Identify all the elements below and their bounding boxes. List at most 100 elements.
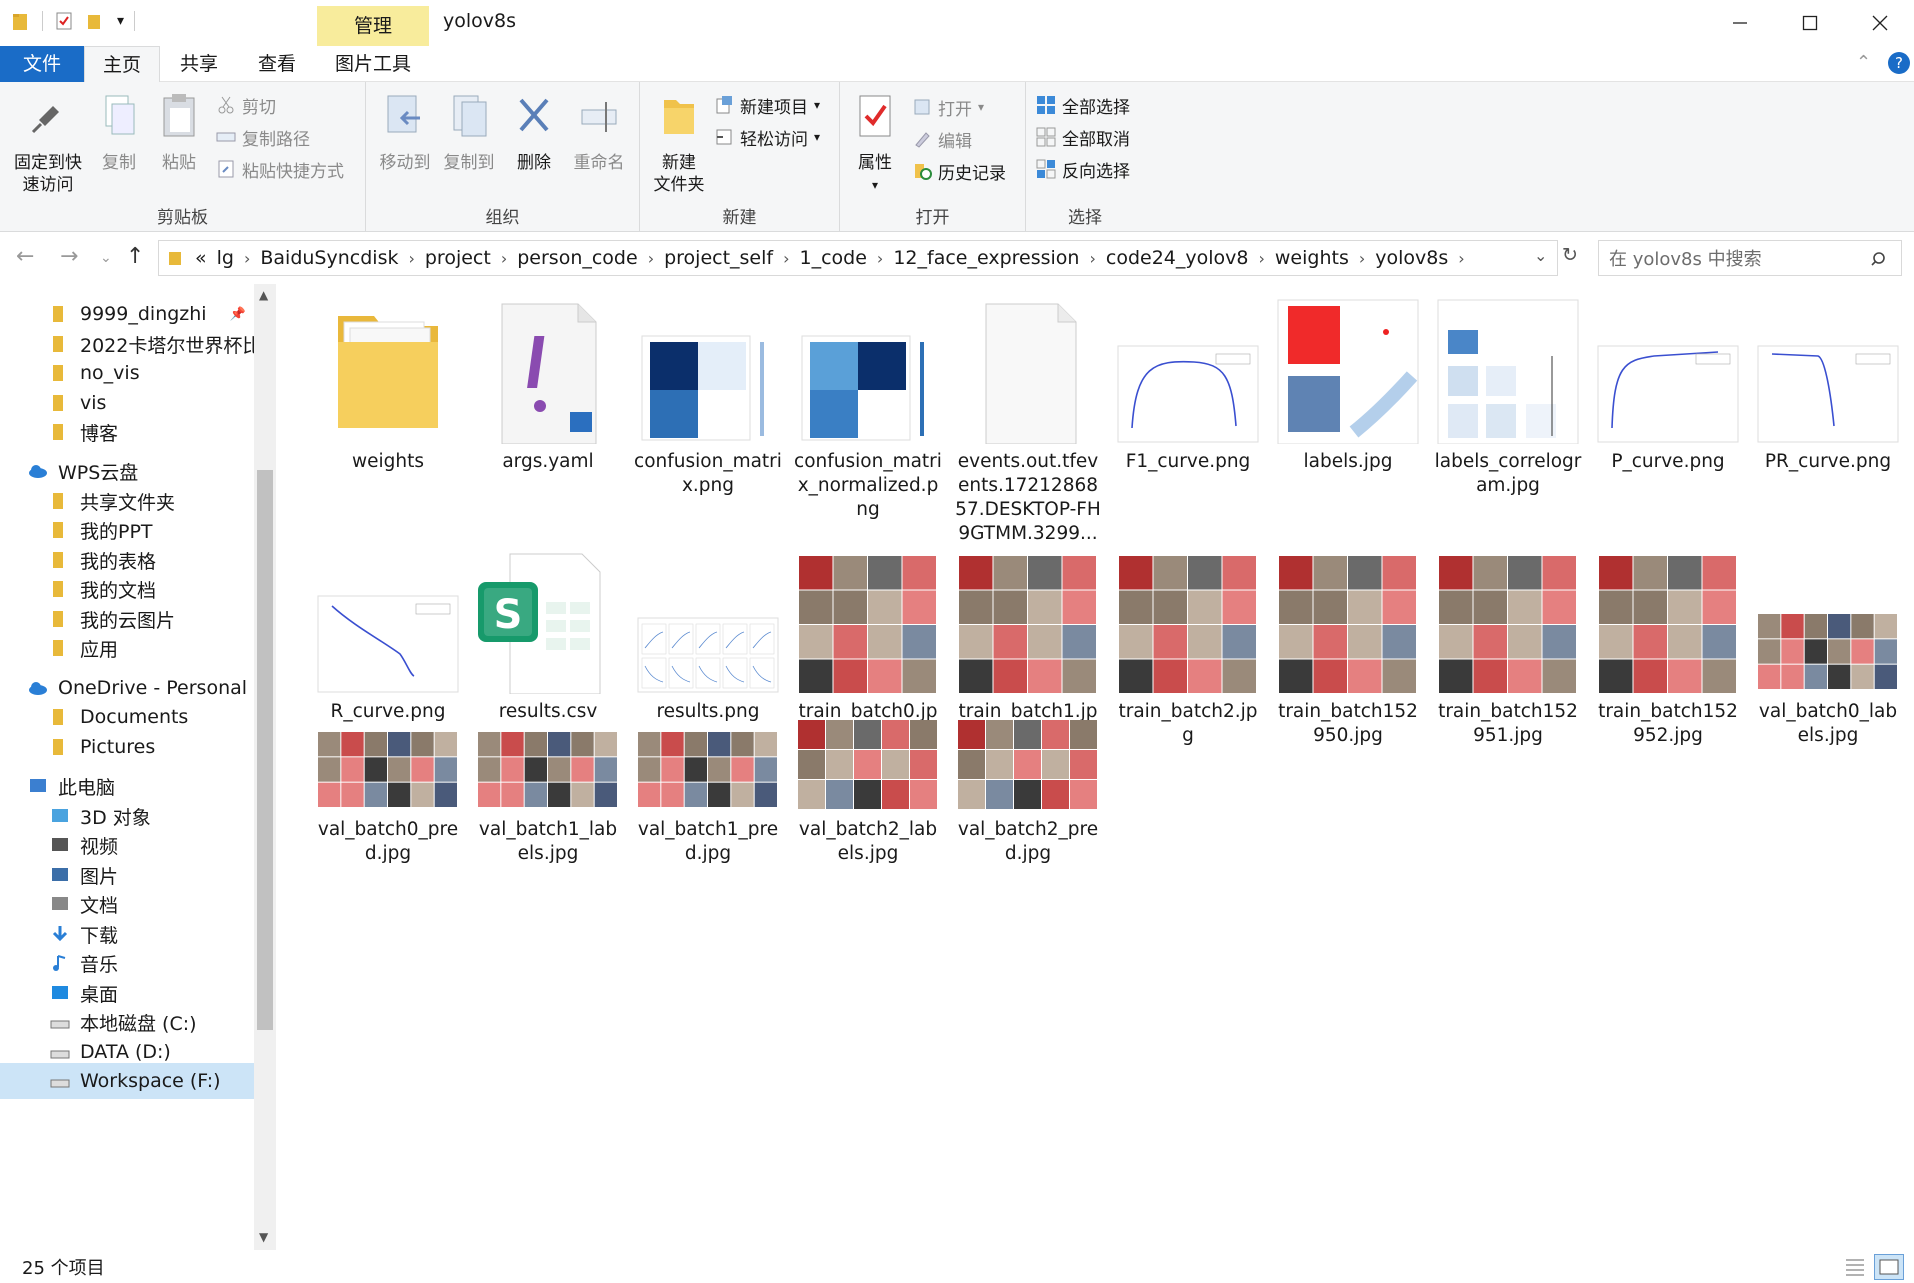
file-item[interactable]: PR_curve.png (1754, 296, 1902, 474)
file-item[interactable]: train_batch152950.jpg (1274, 546, 1422, 748)
minimize-button[interactable] (1725, 8, 1755, 38)
shared-folder-icon (53, 493, 63, 509)
open-button[interactable]: 打开 ▾ (912, 94, 984, 120)
file-item[interactable]: labels.jpg (1274, 296, 1422, 474)
large-icons-view-icon[interactable] (1874, 1254, 1904, 1280)
edit-button[interactable]: 编辑 (912, 126, 972, 152)
breadcrumb-item[interactable]: 12_face_expression (893, 247, 1079, 269)
sidebar-item[interactable]: 博客 (0, 414, 254, 450)
copy-button[interactable]: 复制 (92, 92, 146, 174)
breadcrumb-chevron-icon[interactable]: › (877, 249, 883, 268)
file-item[interactable]: val_batch0_labels.jpg (1754, 546, 1902, 748)
breadcrumb-item[interactable]: project (425, 247, 491, 269)
breadcrumb-item[interactable]: project_self (664, 247, 773, 269)
properties-button[interactable]: 属性 ▾ (848, 92, 902, 196)
file-item[interactable]: events.out.tfevents.1721286857.DESKTOP-F… (954, 296, 1102, 546)
breadcrumb-chevron-icon[interactable]: › (1359, 249, 1365, 268)
properties-icon[interactable] (53, 10, 75, 32)
up-arrow-icon[interactable]: ↑ (126, 244, 144, 269)
file-item[interactable]: labels_correlogram.jpg (1434, 296, 1582, 498)
sidebar-item[interactable]: Pictures (0, 729, 254, 765)
delete-button[interactable]: 删除 (506, 92, 562, 174)
ribbon-tabs: 文件 主页 共享 查看 图片工具 ⌃ ? (0, 46, 1914, 82)
select-all-button[interactable]: 全部选择 (1036, 92, 1130, 118)
new-item-button[interactable]: 新建项目 ▾ (714, 92, 820, 118)
pin-icon[interactable]: 📌 (230, 307, 246, 322)
move-to-button[interactable]: 移动到 (374, 92, 436, 174)
file-item[interactable]: F1_curve.png (1114, 296, 1262, 474)
refresh-icon[interactable]: ↻ (1562, 244, 1578, 266)
breadcrumb-chevron-icon[interactable]: › (244, 249, 250, 268)
details-view-icon[interactable] (1844, 1256, 1866, 1278)
scroll-down-icon[interactable]: ▼ (259, 1230, 268, 1244)
copy-to-button[interactable]: 复制到 (438, 92, 500, 174)
breadcrumb-overflow[interactable]: « (195, 247, 207, 269)
new-folder-button[interactable]: 新建 文件夹 (648, 92, 710, 196)
maximize-button[interactable] (1795, 8, 1825, 38)
collapse-ribbon-icon[interactable]: ⌃ (1856, 52, 1871, 73)
breadcrumb-chevron-icon[interactable]: › (648, 249, 654, 268)
help-icon[interactable]: ? (1888, 52, 1910, 74)
copy-path-button[interactable]: 复制路径 (216, 124, 310, 150)
tab-file[interactable]: 文件 (0, 46, 84, 82)
scrollbar-thumb[interactable] (257, 470, 273, 1030)
breadcrumb-item[interactable]: 1_code (800, 247, 867, 269)
breadcrumb-item[interactable]: BaiduSyncdisk (260, 247, 398, 269)
breadcrumb-chevron-icon[interactable]: › (501, 249, 507, 268)
tab-share[interactable]: 共享 (160, 46, 238, 82)
search-input[interactable]: 在 yolov8s 中搜索 (1598, 240, 1902, 276)
paste-shortcut-button[interactable]: 粘贴快捷方式 (216, 156, 344, 182)
file-item[interactable]: confusion_matrix.png (634, 296, 782, 498)
select-none-button[interactable]: 全部取消 (1036, 124, 1130, 150)
file-item[interactable]: train_batch152952.jpg (1594, 546, 1742, 748)
close-button[interactable] (1865, 8, 1895, 38)
breadcrumb-chevron-icon[interactable]: › (1258, 249, 1264, 268)
invert-selection-label: 反向选择 (1062, 161, 1130, 182)
customize-qat-icon[interactable]: ▾ (117, 13, 124, 29)
recent-locations-chevron-icon[interactable]: ⌄ (100, 250, 112, 266)
history-button[interactable]: 历史记录 (912, 158, 1006, 184)
breadcrumb-chevron-icon[interactable]: › (1089, 249, 1095, 268)
file-item[interactable]: val_batch2_labels.jpg (794, 684, 942, 866)
new-folder-icon[interactable] (85, 10, 107, 32)
file-item[interactable]: val_batch2_pred.jpg (954, 684, 1102, 866)
file-item[interactable]: val_batch1_labels.jpg (474, 684, 622, 866)
sidebar-item[interactable]: Workspace (F:) (0, 1063, 254, 1099)
sidebar-item[interactable]: 应用 (0, 630, 254, 666)
tab-home[interactable]: 主页 (84, 46, 160, 82)
file-item[interactable]: train_batch152951.jpg (1434, 546, 1582, 748)
rename-button[interactable]: 重命名 (566, 92, 632, 174)
breadcrumb-item[interactable]: code24_yolov8 (1106, 247, 1249, 269)
file-item[interactable]: weights (314, 296, 462, 474)
file-item[interactable]: confusion_matrix_normalized.png (794, 296, 942, 522)
sidebar-scrollbar[interactable]: ▲ ▼ (254, 284, 276, 1250)
image-thumbnail (1594, 296, 1742, 444)
back-arrow-icon[interactable]: ← (16, 244, 34, 269)
breadcrumb-item[interactable]: person_code (517, 247, 637, 269)
breadcrumb-chevron-icon[interactable]: › (408, 249, 414, 268)
file-item[interactable]: P_curve.png (1594, 296, 1742, 474)
file-item[interactable]: val_batch0_pred.jpg (314, 684, 462, 866)
scroll-up-icon[interactable]: ▲ (259, 288, 268, 302)
pin-icon (31, 106, 59, 134)
breadcrumb-item[interactable]: weights (1275, 247, 1349, 269)
file-item[interactable]: val_batch1_pred.jpg (634, 684, 782, 866)
breadcrumb-item[interactable]: lg (217, 247, 234, 269)
tab-view[interactable]: 查看 (238, 46, 316, 82)
breadcrumb-item[interactable]: yolov8s (1375, 247, 1448, 269)
paste-button[interactable]: 粘贴 (152, 92, 206, 174)
address-dropdown-chevron-icon[interactable]: ⌄ (1534, 246, 1547, 265)
file-item[interactable]: train_batch2.jpg (1114, 546, 1262, 748)
breadcrumb-chevron-icon[interactable]: › (1458, 249, 1464, 268)
pin-quick-access-button[interactable]: 固定到快 速访问 (8, 92, 88, 196)
tab-picture-tools[interactable]: 图片工具 (317, 46, 429, 82)
cut-button[interactable]: 剪切 (216, 92, 276, 118)
invert-selection-button[interactable]: 反向选择 (1036, 156, 1130, 182)
context-tab-manage[interactable]: 管理 (317, 6, 429, 46)
file-name: val_batch0_labels.jpg (1758, 701, 1898, 746)
address-bar[interactable]: « lg › BaiduSyncdisk › project › person_code › pr… (158, 240, 1558, 276)
forward-arrow-icon[interactable]: → (60, 244, 78, 269)
easy-access-button[interactable]: 轻松访问 ▾ (714, 124, 820, 150)
breadcrumb-chevron-icon[interactable]: › (783, 249, 789, 268)
file-item[interactable]: args.yaml (474, 296, 622, 474)
